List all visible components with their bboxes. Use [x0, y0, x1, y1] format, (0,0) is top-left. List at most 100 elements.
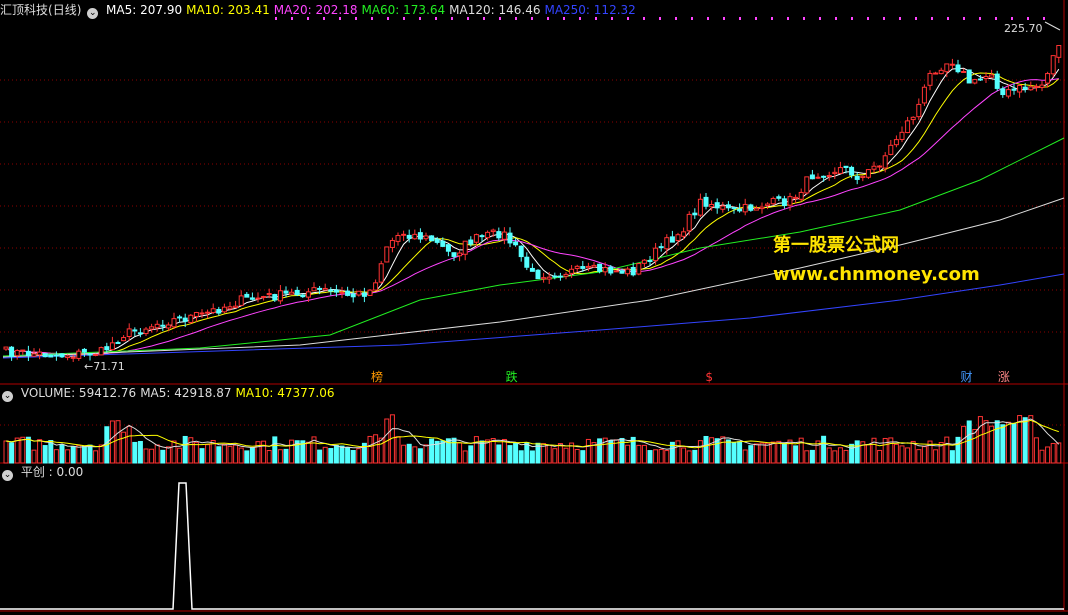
- candle-body: [473, 234, 479, 243]
- candle-body: [395, 235, 401, 242]
- volume-bar: [451, 437, 457, 464]
- candle-body: [31, 353, 37, 357]
- candle-body: [535, 269, 541, 280]
- volume-bar: [272, 436, 278, 464]
- candle-body: [20, 349, 26, 352]
- volume-bar: [625, 444, 631, 464]
- candle-body: [1045, 73, 1051, 84]
- volume-bar: [961, 425, 967, 464]
- candle-body: [93, 353, 99, 356]
- top-marker: [707, 17, 709, 20]
- candle-body: [507, 232, 513, 244]
- candle-body: [753, 207, 759, 211]
- candle-body: [294, 289, 300, 296]
- candle-body: [154, 323, 160, 329]
- volume-bar: [395, 436, 401, 464]
- candle-body: [893, 139, 899, 146]
- volume-bar: [373, 434, 379, 464]
- volume-bars[interactable]: [3, 414, 1062, 464]
- candle-body: [193, 312, 199, 317]
- volume-bar: [199, 448, 205, 464]
- volume-bar: [658, 449, 664, 464]
- volume-bar: [87, 444, 93, 464]
- candle-body: [720, 205, 726, 210]
- candle-body: [837, 167, 843, 174]
- top-marker: [611, 17, 613, 20]
- volume-bar: [20, 436, 26, 464]
- candle-body: [423, 235, 429, 240]
- volume-bar: [574, 448, 580, 464]
- candle-body: [255, 297, 261, 300]
- candle-body: [966, 69, 972, 84]
- volume-bar: [333, 445, 339, 464]
- top-marker: [931, 17, 933, 20]
- volume-bar: [770, 441, 776, 464]
- candle-body: [524, 256, 530, 268]
- volume-bar: [692, 449, 698, 464]
- candle-body: [227, 306, 233, 310]
- candle-body: [333, 289, 339, 293]
- top-marker: [963, 17, 965, 20]
- volume-bar: [317, 449, 323, 464]
- volume-bar: [854, 440, 860, 464]
- ma10-line: [5, 72, 1060, 356]
- volume-bar: [742, 449, 748, 464]
- candle-body: [871, 165, 877, 170]
- candle-body: [434, 238, 440, 243]
- top-marker: [483, 17, 485, 20]
- candle-body: [143, 328, 149, 335]
- candle-body: [249, 297, 255, 300]
- top-marker: [771, 17, 773, 20]
- ma250-line: [2, 273, 1065, 359]
- candle-body: [361, 292, 367, 297]
- volume-bar: [977, 416, 983, 464]
- volume-bar: [238, 447, 244, 464]
- candle-body: [104, 346, 110, 351]
- volume-bar: [681, 447, 687, 464]
- candle-body: [322, 287, 328, 291]
- volume-bar: [31, 449, 37, 464]
- candle-body: [1022, 86, 1028, 90]
- candle-body: [854, 175, 860, 180]
- volume-bar: [653, 449, 659, 464]
- candle-body: [9, 346, 15, 358]
- candle-body: [989, 74, 995, 78]
- candle-body: [860, 175, 866, 178]
- volume-bar: [277, 449, 283, 464]
- volume-bar: [916, 449, 922, 464]
- volume-bar: [518, 450, 524, 464]
- volume-bar: [462, 450, 468, 464]
- candle-body: [664, 237, 670, 250]
- candle-body: [165, 324, 171, 329]
- candle-body: [378, 263, 384, 283]
- top-marker: [451, 17, 453, 20]
- candle-body: [804, 176, 810, 194]
- candle-body: [737, 208, 743, 212]
- candle-body: [1050, 55, 1056, 75]
- candle-body: [199, 312, 205, 315]
- volume-bar: [765, 442, 771, 464]
- volume-bar: [126, 425, 132, 464]
- top-marker: [643, 17, 645, 20]
- top-marker: [579, 17, 581, 20]
- volume-bar: [513, 442, 519, 464]
- kline-chart[interactable]: 225.70 ←71.71 榜 跌 $ 财 涨: [0, 0, 1068, 615]
- volume-bar: [933, 449, 939, 464]
- top-marker: [1027, 17, 1029, 20]
- volume-bar: [781, 442, 787, 464]
- top-marker: [291, 17, 293, 20]
- candle-body: [76, 350, 82, 359]
- volume-bar: [429, 438, 435, 464]
- volume-bar: [524, 442, 530, 464]
- volume-bar: [115, 420, 121, 464]
- volume-bar: [529, 450, 535, 464]
- candle-body: [70, 356, 76, 359]
- top-marker: [947, 17, 949, 20]
- candlesticks[interactable]: [3, 45, 1062, 362]
- volume-bar: [910, 440, 916, 464]
- candle-body: [25, 350, 31, 357]
- candle-body: [944, 63, 950, 73]
- volume-bar: [557, 443, 563, 464]
- volume-bar: [641, 444, 647, 464]
- volume-bar: [552, 448, 558, 464]
